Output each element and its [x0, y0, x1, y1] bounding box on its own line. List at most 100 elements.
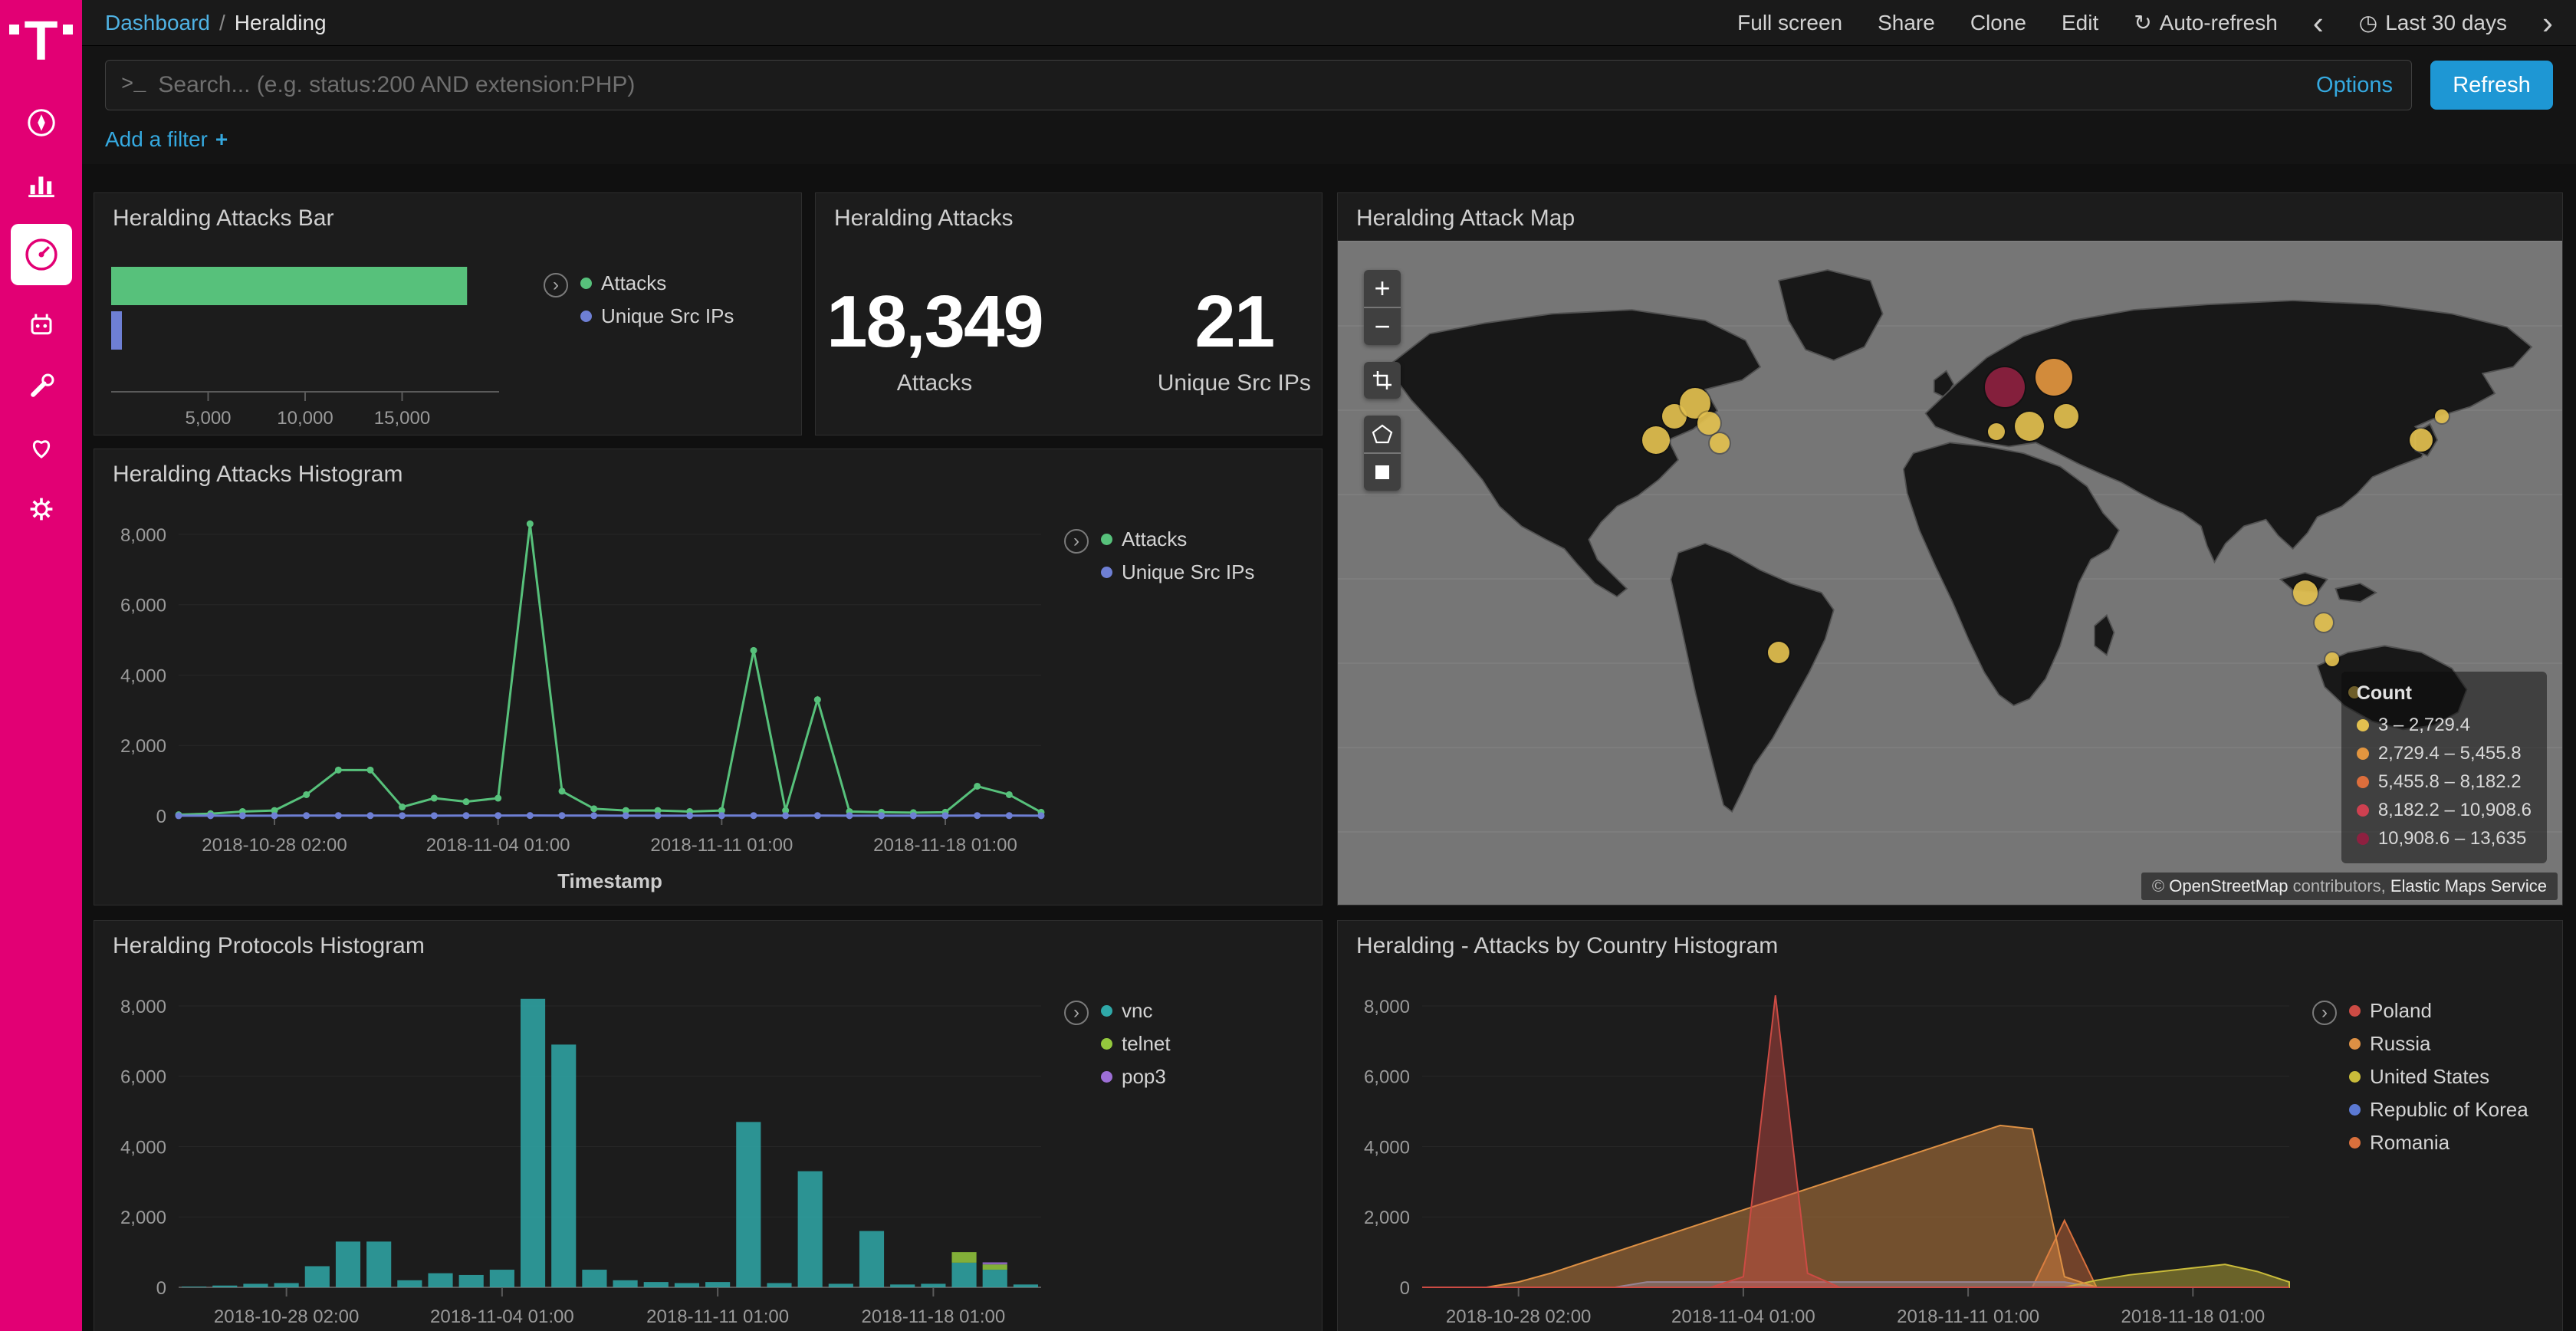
map-marker[interactable]: [1710, 433, 1730, 453]
bar-Attacks: [111, 267, 467, 305]
openstreetmap-link[interactable]: OpenStreetMap: [2169, 876, 2288, 896]
legend-toggle-icon[interactable]: ›: [2312, 1001, 2337, 1025]
protocols-histogram-chart: 02,0004,0006,0008,0002018-10-28 02:00201…: [94, 968, 1064, 1331]
map-controls: + −: [1364, 270, 1401, 491]
add-filter-link[interactable]: Add a filter+: [105, 127, 228, 151]
map-legend-dot: [2357, 748, 2369, 760]
svg-text:8,000: 8,000: [120, 525, 166, 546]
panel-title: Heralding Attacks Histogram: [94, 449, 1322, 497]
bar-vnc: [859, 1231, 884, 1287]
attack-map[interactable]: + −: [1338, 241, 2562, 905]
legend-toggle-icon[interactable]: ›: [1064, 529, 1089, 554]
full-screen-button[interactable]: Full screen: [1737, 11, 1842, 35]
svg-text:2018-11-04 01:00: 2018-11-04 01:00: [1671, 1306, 1815, 1327]
panel-heralding-attack-map: Heralding Attack Map: [1337, 192, 2563, 905]
terminal-prompt-icon: >_: [121, 74, 146, 97]
share-button[interactable]: Share: [1878, 11, 1935, 35]
query-bar: >_ Options Refresh: [82, 46, 2576, 118]
refresh-button[interactable]: Refresh: [2430, 61, 2553, 110]
svg-text:0: 0: [156, 1278, 166, 1299]
time-forward-button[interactable]: ›: [2542, 12, 2553, 34]
map-marker[interactable]: [2036, 359, 2072, 396]
map-marker[interactable]: [2015, 412, 2044, 441]
svg-text:6,000: 6,000: [120, 1067, 166, 1088]
legend-item[interactable]: Romania: [2349, 1131, 2528, 1155]
legend-label: Unique Src IPs: [601, 304, 734, 328]
attacks-bar-chart: 5,00010,00015,000: [94, 241, 544, 435]
legend-item[interactable]: Unique Src IPs: [1101, 560, 1254, 584]
map-marker[interactable]: [1985, 367, 2025, 407]
svg-text:0: 0: [1400, 1278, 1410, 1299]
legend-toggle-icon[interactable]: ›: [544, 273, 568, 297]
map-marker[interactable]: [2293, 580, 2318, 605]
elastic-maps-link[interactable]: Elastic Maps Service: [2390, 876, 2547, 896]
legend-item[interactable]: United States: [2349, 1065, 2528, 1089]
map-zoom-out-button[interactable]: −: [1364, 308, 1401, 345]
time-back-button[interactable]: ‹: [2313, 12, 2324, 34]
map-marker[interactable]: [2315, 613, 2333, 632]
edit-button[interactable]: Edit: [2062, 11, 2098, 35]
plus-icon: +: [215, 127, 228, 151]
sidebar-item-tpot[interactable]: [20, 304, 63, 347]
legend-toggle-icon[interactable]: ›: [1064, 1001, 1089, 1025]
map-fit-bounds-button[interactable]: [1364, 362, 1401, 399]
sidebar-item-discover[interactable]: [20, 101, 63, 144]
svg-text:5,000: 5,000: [185, 408, 231, 429]
map-marker[interactable]: [1697, 412, 1720, 435]
auto-refresh-button[interactable]: ↻Auto-refresh: [2134, 10, 2278, 35]
legend-item[interactable]: Poland: [2349, 999, 2528, 1023]
map-polygon-tool-button[interactable]: [1364, 416, 1401, 452]
sidebar-item-settings[interactable]: [20, 488, 63, 531]
map-count-legend: Count 3 – 2,729.42,729.4 – 5,455.85,455.…: [2341, 672, 2547, 863]
attribution-prefix: ©: [2152, 876, 2169, 896]
map-marker[interactable]: [2325, 652, 2339, 666]
sidebar-item-tools[interactable]: [20, 365, 63, 408]
sidebar-item-visualize[interactable]: [20, 163, 63, 205]
legend-label: vnc: [1122, 999, 1152, 1023]
search-input[interactable]: [158, 72, 2316, 98]
panel-title: Heralding Attacks Bar: [94, 193, 801, 241]
legend-item[interactable]: telnet: [1101, 1032, 1171, 1056]
breadcrumb-dashboard-link[interactable]: Dashboard: [105, 11, 210, 35]
panel-heralding-protocols-histogram: Heralding Protocols Histogram 02,0004,00…: [94, 920, 1322, 1331]
panel-heralding-attacks-histogram: Heralding Attacks Histogram 02,0004,0006…: [94, 449, 1322, 905]
panel-title: Heralding Protocols Histogram: [94, 921, 1322, 968]
bar-vnc: [428, 1273, 452, 1287]
breadcrumb-separator: /: [219, 11, 225, 35]
map-marker[interactable]: [2435, 409, 2449, 423]
country-histogram-legend: › Poland Russia United States Republic of K…: [2312, 968, 2558, 1331]
clone-button[interactable]: Clone: [1970, 11, 2026, 35]
breadcrumb-current: Heralding: [235, 11, 327, 35]
map-marker[interactable]: [1642, 426, 1670, 454]
telekom-logo[interactable]: T: [0, 0, 82, 66]
time-range-picker[interactable]: ◷Last 30 days: [2359, 10, 2507, 35]
legend-item[interactable]: vnc: [1101, 999, 1171, 1023]
map-marker[interactable]: [1988, 423, 2005, 440]
svg-text:4,000: 4,000: [120, 666, 166, 686]
map-marker[interactable]: [2410, 429, 2433, 452]
map-legend-item: 2,729.4 – 5,455.8: [2357, 739, 2532, 767]
legend-item[interactable]: Attacks: [580, 271, 734, 295]
logo-square-left: [9, 25, 19, 35]
legend-item[interactable]: pop3: [1101, 1065, 1171, 1089]
sidebar-item-dashboards[interactable]: [11, 224, 72, 285]
legend-item[interactable]: Republic of Korea: [2349, 1098, 2528, 1122]
attacks-histogram-chart: 02,0004,0006,0008,0002018-10-28 02:00201…: [94, 497, 1064, 905]
legend-item[interactable]: Attacks: [1101, 527, 1254, 551]
legend-item[interactable]: Russia: [2349, 1032, 2528, 1056]
top-nav-actions: Full screen Share Clone Edit ↻Auto-refre…: [1737, 10, 2553, 35]
svg-text:6,000: 6,000: [1364, 1067, 1410, 1088]
map-marker[interactable]: [2054, 404, 2078, 429]
sidebar-item-monitoring[interactable]: [20, 426, 63, 469]
svg-text:2,000: 2,000: [120, 1208, 166, 1228]
filter-bar: Add a filter+: [82, 118, 2576, 164]
legend-item[interactable]: Unique Src IPs: [580, 304, 734, 328]
map-marker[interactable]: [1768, 642, 1789, 663]
svg-text:2018-10-28 02:00: 2018-10-28 02:00: [202, 835, 347, 856]
metric-label: Unique Src IPs: [1158, 370, 1311, 396]
metric-value: 18,349: [826, 280, 1043, 364]
refresh-cycle-icon: ↻: [2134, 11, 2151, 35]
map-rectangle-tool-button[interactable]: [1364, 454, 1401, 491]
options-link[interactable]: Options: [2316, 73, 2393, 98]
map-zoom-in-button[interactable]: +: [1364, 270, 1401, 307]
